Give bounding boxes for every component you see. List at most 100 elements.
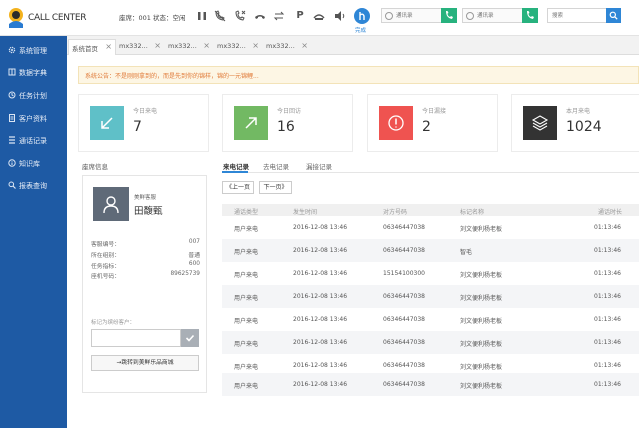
close-icon[interactable]: × xyxy=(301,41,308,50)
info-value: 600 xyxy=(188,261,200,267)
prev-page-button[interactable]: 《上一页 xyxy=(222,181,254,194)
tab-item[interactable]: mx332... × xyxy=(165,39,213,55)
cell-type: 用户来电 xyxy=(234,341,259,348)
confirm-button[interactable] xyxy=(181,329,199,347)
sidebar-item-label: 任务计划 xyxy=(19,92,47,100)
next-page-button[interactable]: 下一页》 xyxy=(259,181,292,194)
mark-customer-input[interactable] xyxy=(91,329,181,347)
table-row[interactable]: 用户来电 2016-12-08 13:46 06346447038 刘文便利杨老… xyxy=(222,331,639,354)
park-icon[interactable]: P xyxy=(294,10,306,22)
table-row[interactable]: 用户来电 2016-12-08 13:46 06346447038 刘文便利杨老… xyxy=(222,285,639,308)
tab-missed-records[interactable]: 漏接记录 xyxy=(306,161,332,171)
table-header: 通话类型 发生时间 对方号码 标记名称 通话时长 xyxy=(222,204,639,216)
alert-icon xyxy=(379,106,413,140)
table-row[interactable]: 用户来电 2016-12-08 13:46 15154100300 刘文便利杨老… xyxy=(222,262,639,285)
info-key: 任务指标： xyxy=(91,264,120,270)
tab-item[interactable]: mx332... × xyxy=(116,39,164,55)
tab-label: 系统首页 xyxy=(72,45,98,53)
cell-duration: 01:13:46 xyxy=(594,270,621,277)
mark-customer-label: 标记为缤纷客户： xyxy=(91,320,136,326)
close-icon[interactable]: × xyxy=(105,42,112,51)
cell-time: 2016-12-08 13:46 xyxy=(293,339,348,346)
sidebar-item-system[interactable]: 系统管理 xyxy=(0,40,67,60)
info-value: 普通 xyxy=(188,253,200,259)
tab-incoming-records[interactable]: 来电记录 xyxy=(223,161,249,171)
sidebar-item-tasks[interactable]: 任务计划 xyxy=(0,85,67,105)
swap-icon[interactable] xyxy=(273,10,285,22)
user-icon xyxy=(103,196,119,214)
hold-icon[interactable] xyxy=(313,10,325,22)
table-row[interactable]: 用户来电 2016-12-08 13:46 06346447038 智毛 01:… xyxy=(222,239,639,262)
close-icon[interactable]: × xyxy=(203,41,210,50)
sidebar-item-label: 通话记录 xyxy=(19,137,47,145)
arrow-down-left-icon xyxy=(90,106,124,140)
stat-card-callbacks-today: 今日回访 16 xyxy=(222,94,353,152)
sidebar-item-call-records[interactable]: 通话记录 xyxy=(0,130,67,150)
document-icon xyxy=(8,114,16,122)
gear-icon xyxy=(8,46,16,54)
active-tab-indicator xyxy=(222,171,248,173)
search-box xyxy=(547,8,621,23)
cell-number: 06346447038 xyxy=(383,224,425,231)
search-button[interactable] xyxy=(606,8,621,23)
records-tabs: 来电记录 去电记录 漏接记录 xyxy=(222,159,639,173)
sidebar-item-customers[interactable]: 客户资料 xyxy=(0,108,67,128)
sidebar-item-dictionary[interactable]: 数据字典 xyxy=(0,62,67,82)
contact-input-1[interactable] xyxy=(396,10,436,21)
sidebar-item-knowledge[interactable]: 知识库 xyxy=(0,153,67,173)
close-icon[interactable]: × xyxy=(252,41,259,50)
sidebar-item-label: 知识库 xyxy=(19,160,40,168)
tab-label: mx332... xyxy=(168,42,197,50)
sidebar-item-reports[interactable]: 报表查询 xyxy=(0,175,67,195)
sidebar-item-label: 客户资料 xyxy=(19,115,47,123)
cell-type: 用户来电 xyxy=(234,272,259,279)
stat-label: 本月来电 xyxy=(566,108,591,115)
done-label: 完成 xyxy=(355,28,367,34)
column-header: 对方号码 xyxy=(383,209,408,216)
cell-number: 06346447038 xyxy=(383,381,425,388)
cell-mark: 刘文便利杨老板 xyxy=(460,364,503,371)
done-button[interactable] xyxy=(354,8,370,24)
phone-transfer-icon[interactable] xyxy=(234,10,246,22)
tab-item[interactable]: mx332... × xyxy=(263,39,311,55)
logo xyxy=(6,6,26,28)
tab-label: mx332... xyxy=(217,42,246,50)
stat-value: 16 xyxy=(277,119,295,135)
jump-to-mall-button[interactable]: →跳转到美鲜乐品商城 xyxy=(91,355,199,371)
brand-name: CALL CENTER xyxy=(28,13,87,23)
hang-up-icon[interactable] xyxy=(254,10,266,22)
avatar xyxy=(93,187,129,221)
cell-time: 2016-12-08 13:46 xyxy=(293,362,348,369)
cell-number: 06346447038 xyxy=(383,316,425,323)
table-row[interactable]: 用户来电 2016-12-08 13:46 06346447038 刘文便利杨老… xyxy=(222,308,639,331)
tab-outgoing-records[interactable]: 去电记录 xyxy=(263,161,289,171)
dial-button[interactable] xyxy=(522,8,538,23)
sidebar-item-label: 系统管理 xyxy=(19,47,47,55)
stat-label: 今日回访 xyxy=(277,108,302,115)
announcement-text: 系统公告：不是刚刚拿到的，而是先到你的锦样，锦的一元锦鲤... xyxy=(85,73,259,80)
agent-info-row: 座机号码： 89625739 xyxy=(91,271,200,280)
search-icon xyxy=(609,11,618,20)
table-row[interactable]: 用户来电 2016-12-08 13:46 06346447038 刘文便利杨老… xyxy=(222,216,639,239)
contact-input-2[interactable] xyxy=(477,10,517,21)
stat-label: 今日漏接 xyxy=(422,108,447,115)
agent-info-row: 任务指标： 600 xyxy=(91,261,200,270)
pause-icon[interactable] xyxy=(196,10,208,22)
agent-info-row: 客服编号： 007 xyxy=(91,239,200,248)
cell-duration: 01:13:46 xyxy=(594,381,621,388)
table-row[interactable]: 用户来电 2016-12-08 13:46 06346447038 刘文便利杨老… xyxy=(222,373,639,396)
search-input[interactable] xyxy=(552,10,602,21)
app: { "brand": {"name": "CALL CENTER"}, "age… xyxy=(0,0,639,428)
close-icon[interactable]: × xyxy=(154,41,161,50)
tab-item[interactable]: mx332... × xyxy=(214,39,262,55)
cell-type: 用户来电 xyxy=(234,226,259,233)
phone-mute-icon[interactable] xyxy=(214,10,226,22)
stat-value: 2 xyxy=(422,119,431,135)
cell-type: 用户来电 xyxy=(234,249,259,256)
tab-home[interactable]: 系统首页 × xyxy=(68,39,116,55)
volume-icon[interactable] xyxy=(334,10,346,22)
check-icon xyxy=(185,334,195,342)
info-key: 所在组别： xyxy=(91,253,120,259)
dial-button[interactable] xyxy=(441,8,457,23)
cell-mark: 智毛 xyxy=(460,249,473,256)
